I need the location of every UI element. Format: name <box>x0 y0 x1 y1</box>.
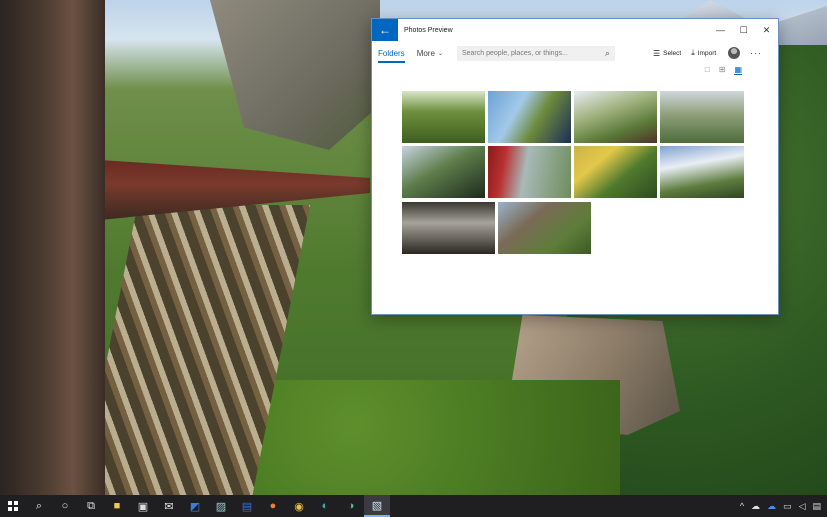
window-title: Photos Preview <box>404 26 453 34</box>
import-icon: ⤓ <box>691 48 695 57</box>
edge-icon[interactable]: ◐ <box>312 495 338 517</box>
chevron-down-icon: ⌄ <box>437 50 443 57</box>
wallpaper-train-foreground <box>0 0 105 495</box>
back-arrow-icon: ← <box>379 23 391 37</box>
volume-icon[interactable]: ◁ <box>799 501 806 512</box>
notification-icon[interactable]: ▤ <box>812 501 821 512</box>
taskbar: ⌕ ○ ⧉ ■ ▣ ✉ ◩ ▨ ▤ ● ◉ ◐ ◑ ▧ ^ ☁ ☁ ▭ ◁ ▤ <box>0 495 827 517</box>
onedrive-icon[interactable]: ☁ <box>751 501 760 512</box>
view-toggle-group: □ ⊞ ▦ <box>705 65 742 75</box>
photo-thumbnail[interactable] <box>488 91 571 143</box>
tab-more-label: More <box>416 48 435 58</box>
select-label: Select <box>663 49 682 57</box>
search-input[interactable]: Search people, places, or things... ⌕ <box>456 45 615 61</box>
select-button[interactable]: ☰ Select <box>653 49 681 58</box>
photo-thumbnail[interactable] <box>488 146 571 198</box>
cortana-icon[interactable]: ○ <box>52 495 78 517</box>
edge-dev-icon[interactable]: ◑ <box>338 495 364 517</box>
chrome-icon[interactable]: ◉ <box>286 495 312 517</box>
outlook-icon[interactable]: ◩ <box>182 495 208 517</box>
search-taskbar-icon[interactable]: ⌕ <box>26 495 52 517</box>
maximize-icon: ☐ <box>739 24 748 35</box>
toolbar: Folders More ⌄ Search people, places, or… <box>372 41 778 65</box>
start-button[interactable] <box>0 495 26 517</box>
close-icon: ✕ <box>762 24 771 35</box>
more-options-icon[interactable]: ··· <box>750 48 762 58</box>
task-view-icon[interactable]: ⧉ <box>78 495 104 517</box>
medium-tiles-icon[interactable]: ⊞ <box>719 65 726 75</box>
file-explorer-icon[interactable]: ■ <box>104 495 130 517</box>
maximize-button[interactable]: ☐ <box>732 19 755 41</box>
store-icon[interactable]: ▣ <box>130 495 156 517</box>
word-icon[interactable]: ▤ <box>234 495 260 517</box>
search-icon[interactable]: ⌕ <box>605 48 610 59</box>
photo-thumbnail[interactable] <box>402 146 485 198</box>
close-button[interactable]: ✕ <box>755 19 778 41</box>
tab-more[interactable]: More ⌄ <box>411 41 449 65</box>
onedrive-business-icon[interactable]: ☁ <box>767 501 776 512</box>
wallpaper-cliff <box>210 0 380 150</box>
photo-thumbnail[interactable] <box>660 146 744 198</box>
large-tiles-icon[interactable]: □ <box>705 65 710 75</box>
import-button[interactable]: ⤓ Import <box>691 48 716 58</box>
small-tiles-icon[interactable]: ▦ <box>734 65 742 75</box>
firefox-icon[interactable]: ● <box>260 495 286 517</box>
import-label: Import <box>697 49 717 57</box>
photo-thumbnail[interactable] <box>498 202 591 254</box>
minimize-button[interactable]: — <box>709 19 732 41</box>
select-icon: ☰ <box>652 48 661 58</box>
photo-thumbnail[interactable] <box>402 91 485 143</box>
network-icon[interactable]: ▭ <box>783 501 792 512</box>
system-tray: ^ ☁ ☁ ▭ ◁ ▤ <box>740 501 827 512</box>
tab-folders-label: Folders <box>378 48 405 58</box>
photo-thumbnail[interactable] <box>402 202 495 254</box>
mail-icon[interactable]: ✉ <box>156 495 182 517</box>
photo-thumbnail[interactable] <box>574 91 657 143</box>
tray-chevron-icon[interactable]: ^ <box>740 501 744 511</box>
photos-preview-window: ← Photos Preview — ☐ ✕ Folders More ⌄ Se… <box>371 18 779 315</box>
wallpaper-bushes <box>240 380 620 495</box>
minimize-icon: — <box>716 25 725 35</box>
back-button[interactable]: ← <box>372 19 398 41</box>
photos-preview-taskbar-icon[interactable]: ▧ <box>364 495 390 517</box>
photos-app-icon[interactable]: ▨ <box>208 495 234 517</box>
title-bar[interactable]: ← Photos Preview — ☐ ✕ <box>372 19 778 41</box>
photo-thumbnail[interactable] <box>574 146 657 198</box>
avatar[interactable] <box>728 47 741 59</box>
photo-thumbnail[interactable] <box>660 91 744 143</box>
tab-folders[interactable]: Folders <box>372 41 411 65</box>
windows-logo-icon <box>8 501 18 511</box>
search-placeholder: Search people, places, or things... <box>461 49 568 57</box>
